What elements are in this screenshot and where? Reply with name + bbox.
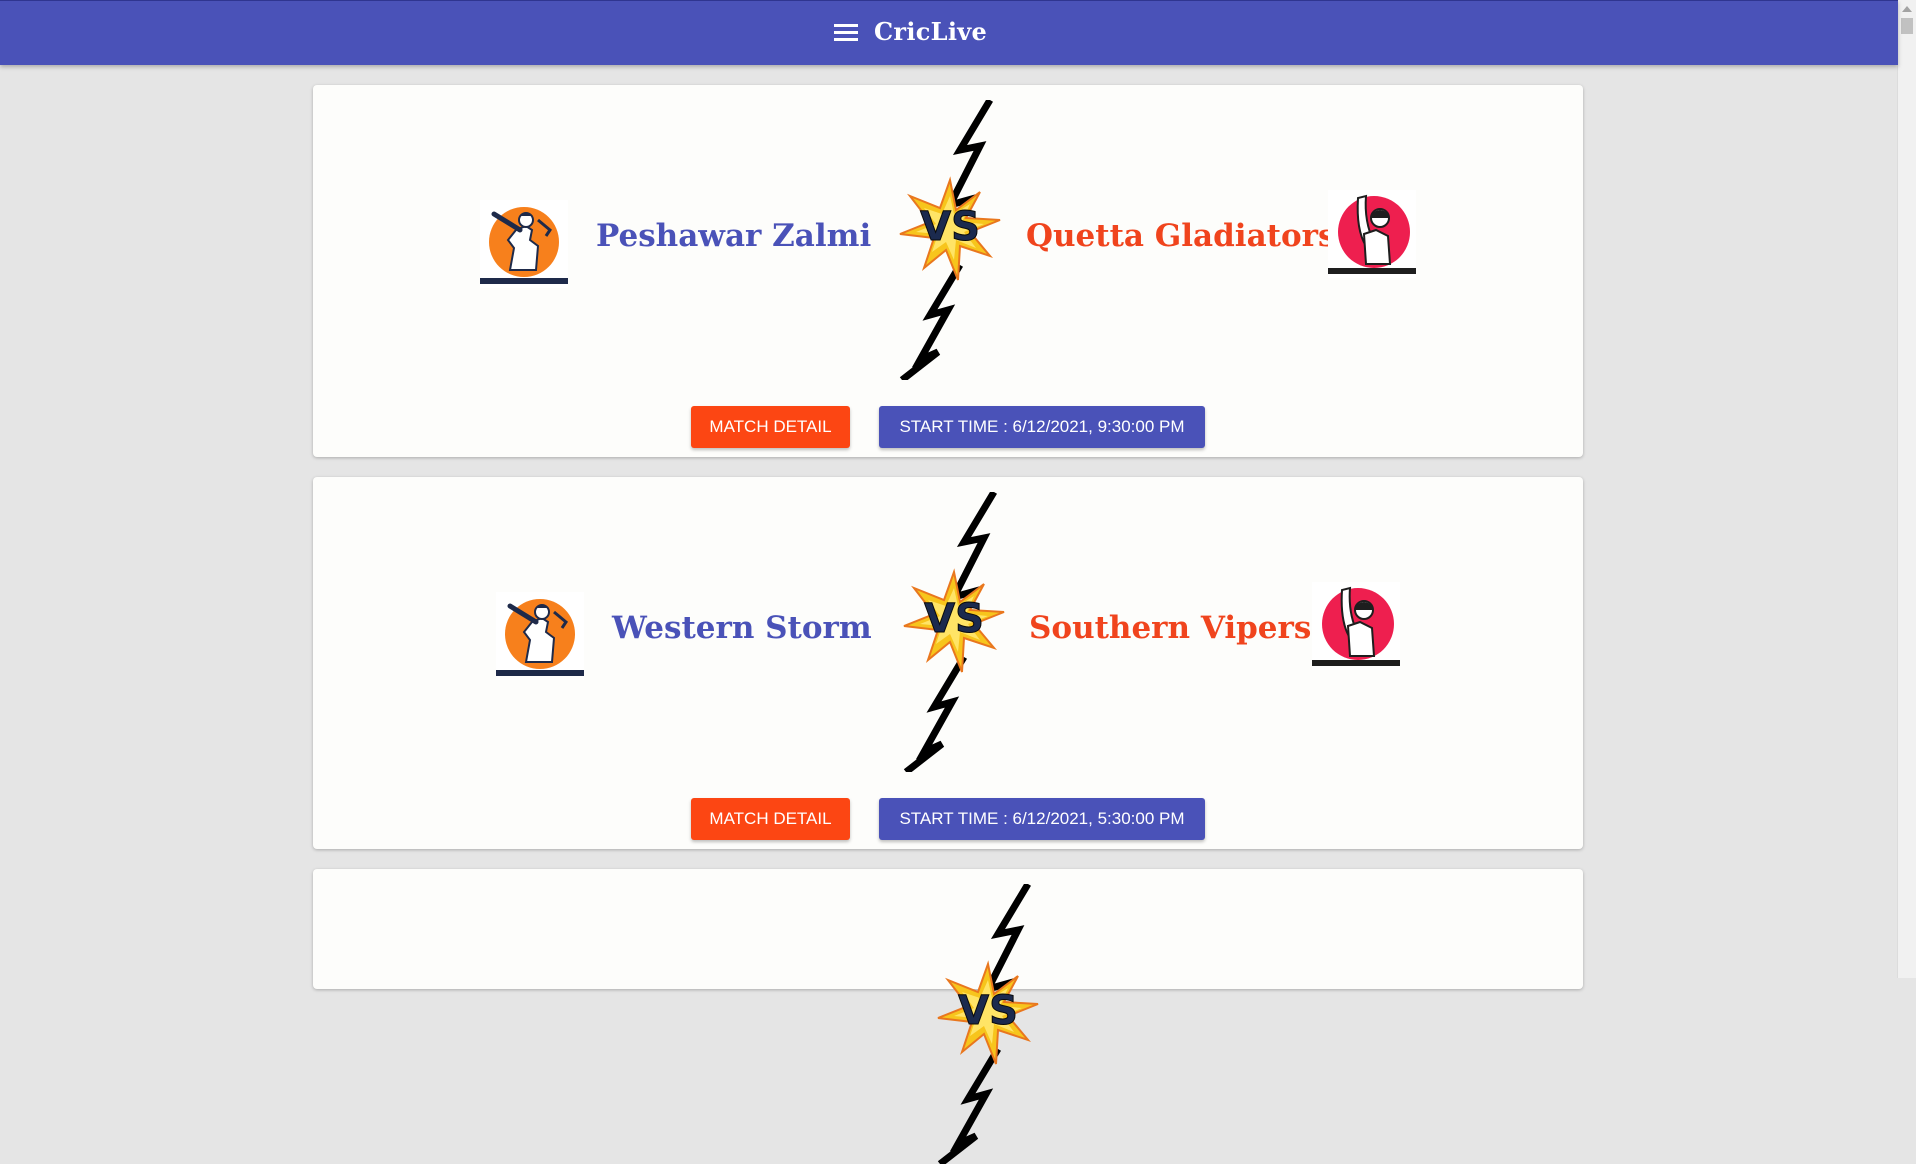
team1-name: Western Storm [612, 610, 872, 646]
versus-icon [894, 492, 1014, 772]
match-card: Peshawar Zalmi Quetta Gladiators MATCH D… [313, 85, 1583, 457]
app-bar: CricLive [0, 0, 1898, 65]
scrollbar-thumb[interactable] [1901, 18, 1913, 34]
team1-logo-icon [496, 592, 584, 680]
match-card: Western Storm Southern Vipers MATCH DETA… [313, 477, 1583, 849]
hamburger-menu-icon[interactable] [832, 21, 860, 47]
team1-name: Peshawar Zalmi [596, 218, 872, 254]
versus-icon [890, 100, 1010, 380]
team2-logo-icon [1312, 582, 1400, 670]
match-card [313, 869, 1583, 989]
start-time-button[interactable]: START TIME : 6/12/2021, 9:30:00 PM [879, 406, 1205, 448]
team1-logo-icon [480, 200, 568, 288]
match-detail-button[interactable]: MATCH DETAIL [691, 406, 850, 448]
match-detail-button[interactable]: MATCH DETAIL [691, 798, 850, 840]
team2-name: Southern Vipers [1029, 610, 1312, 646]
start-time-button[interactable]: START TIME : 6/12/2021, 5:30:00 PM [879, 798, 1205, 840]
team2-logo-icon [1328, 190, 1416, 278]
app-title: CricLive [874, 17, 988, 46]
versus-icon [928, 884, 1048, 1164]
scroll-up-icon[interactable] [1902, 6, 1912, 12]
match-list: Peshawar Zalmi Quetta Gladiators MATCH D… [313, 85, 1583, 1009]
vertical-scrollbar[interactable] [1897, 0, 1916, 978]
team2-name: Quetta Gladiators [1026, 218, 1336, 254]
